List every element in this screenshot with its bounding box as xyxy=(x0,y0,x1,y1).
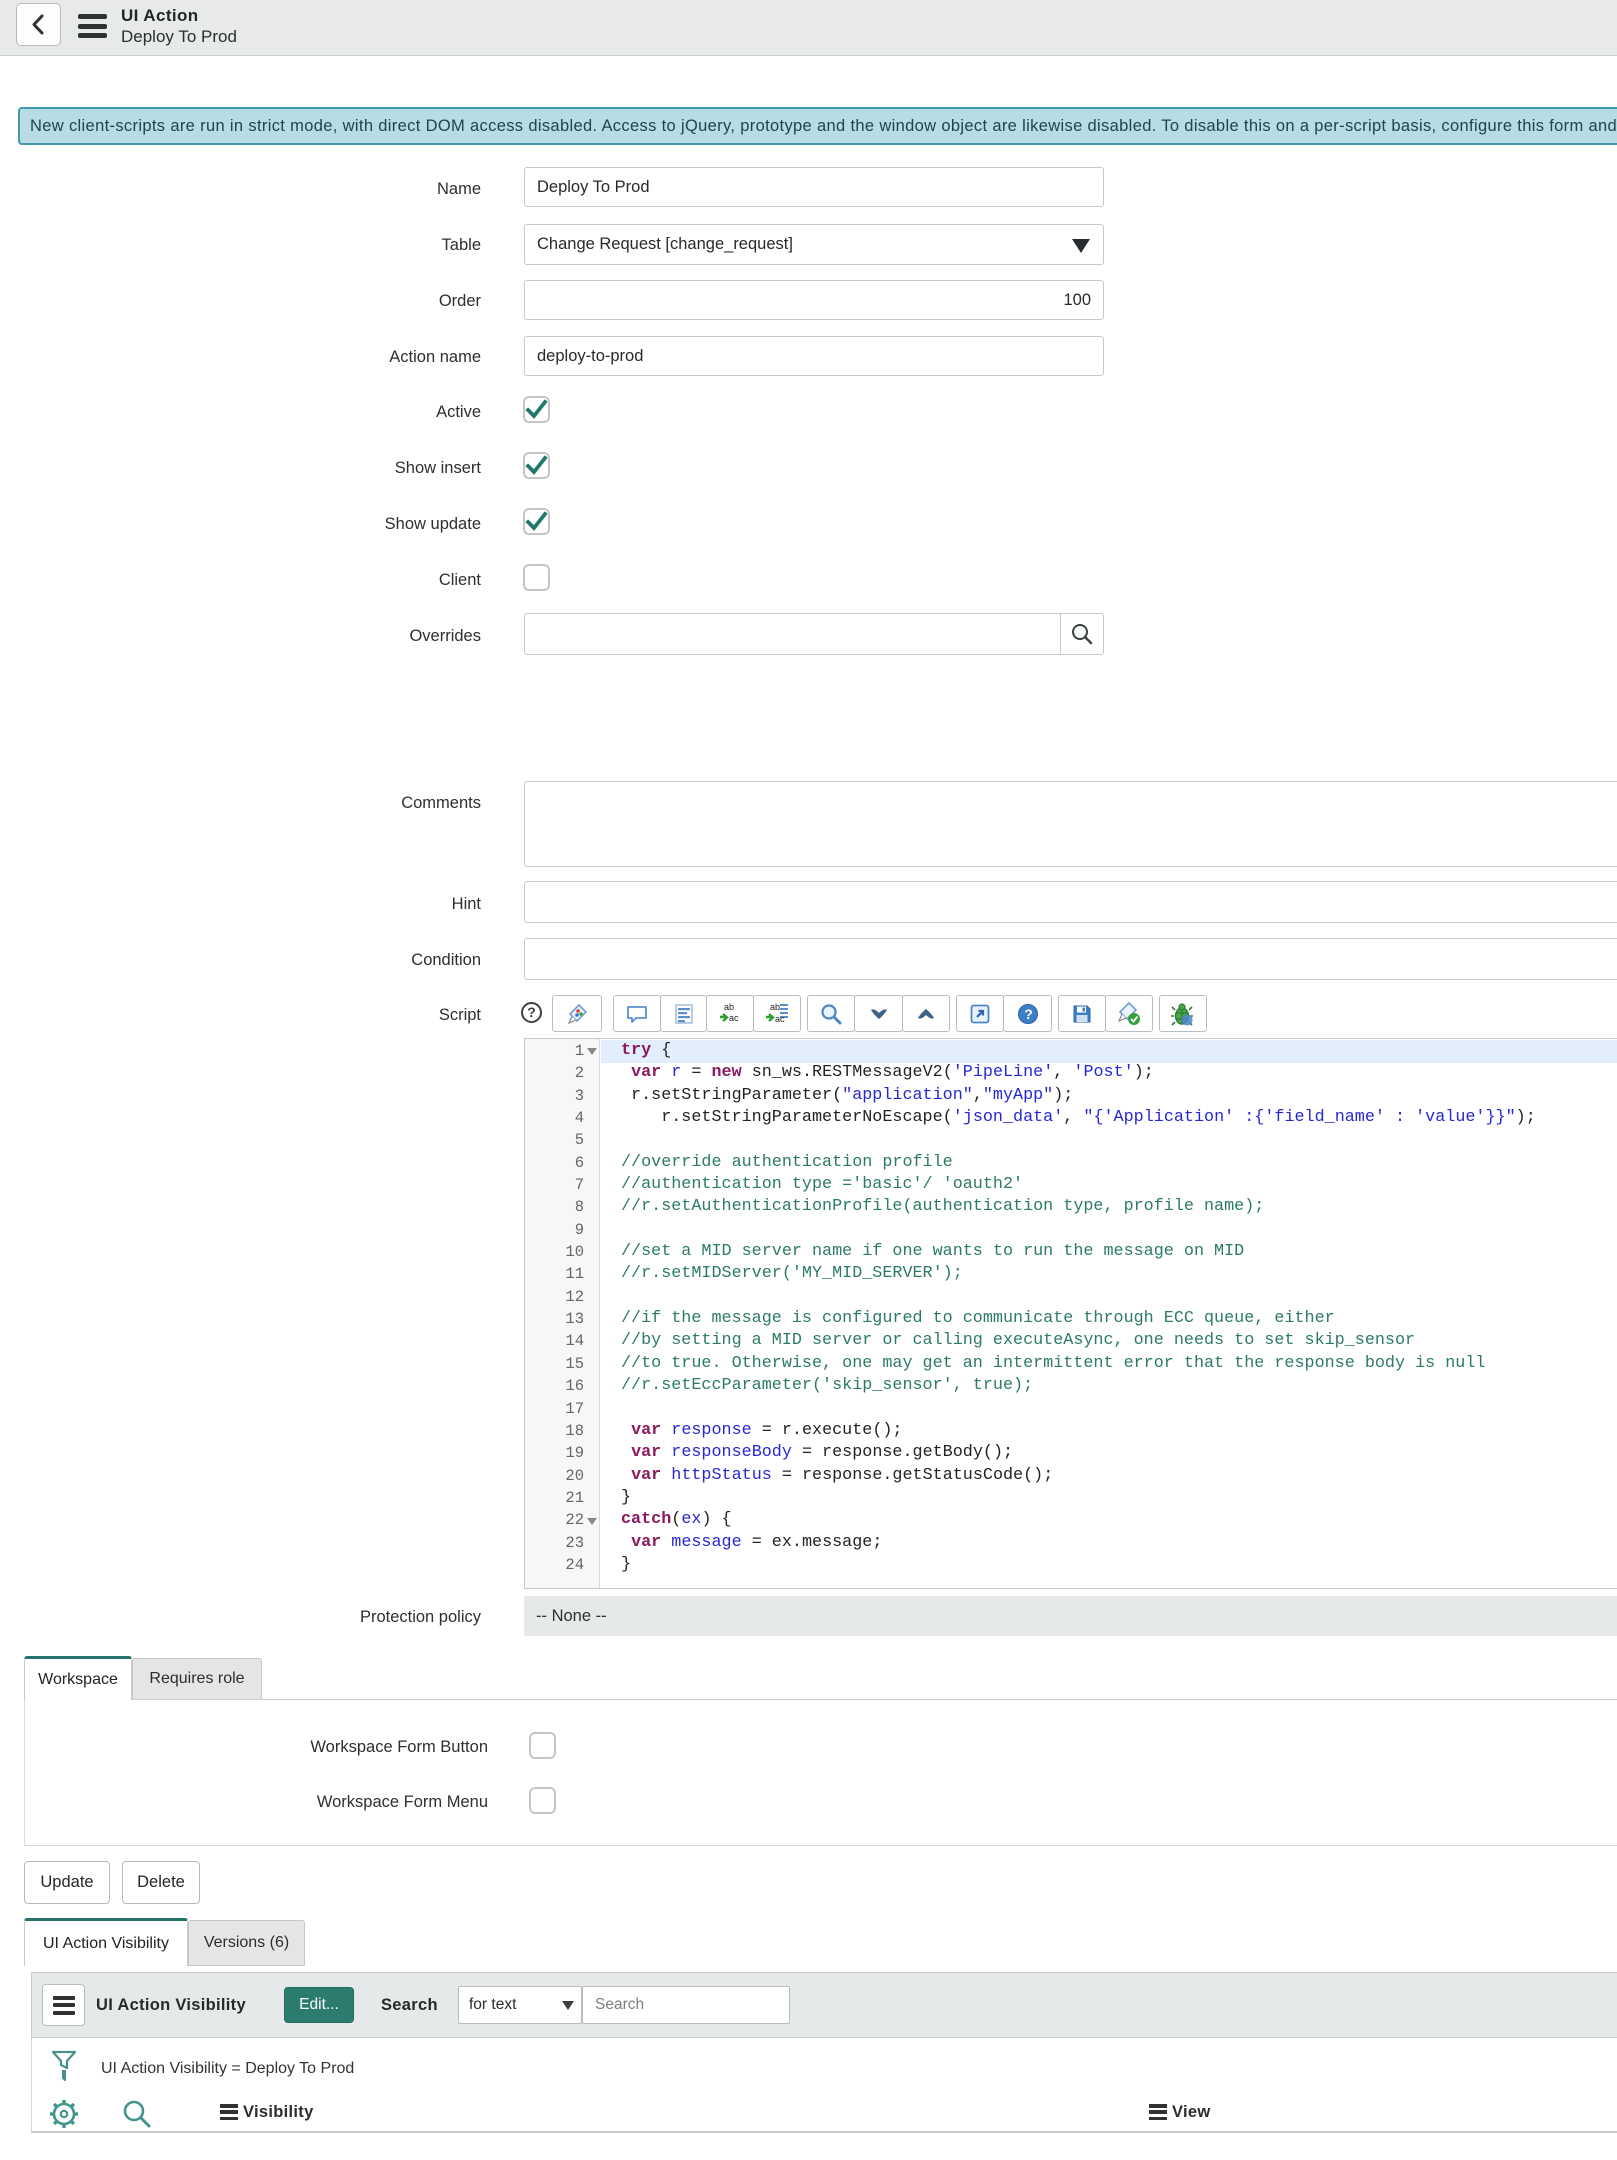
svg-text:ab: ab xyxy=(770,1002,780,1012)
svg-text:ac: ac xyxy=(729,1013,739,1023)
svg-text:?: ? xyxy=(1024,1006,1033,1022)
svg-text:ac: ac xyxy=(775,1014,785,1024)
svg-text:ab: ab xyxy=(724,1002,734,1012)
